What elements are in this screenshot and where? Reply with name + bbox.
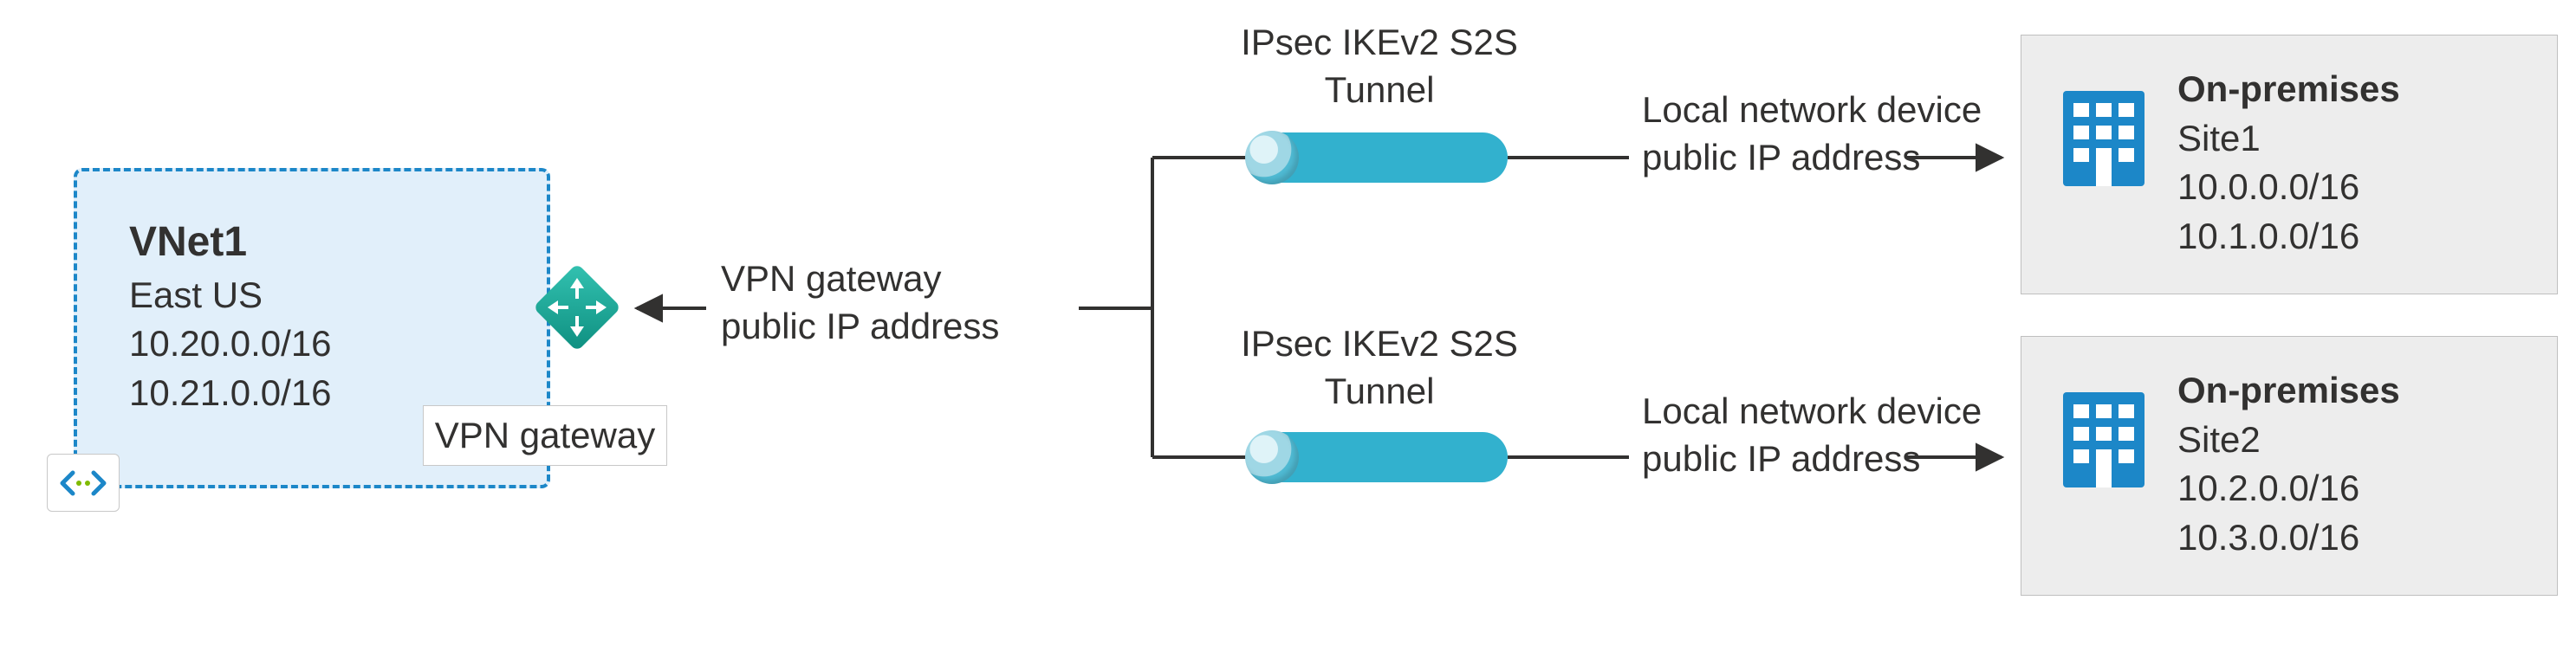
site2-name: Site2 [2177,416,2400,465]
tunnel-bottom-line2: Tunnel [1232,368,1527,416]
site1-title: On-premises [2177,65,2400,114]
local-device-bottom-label: Local network device public IP address [1642,388,1982,482]
tunnel-top-line2: Tunnel [1232,67,1527,114]
local-device-bottom-line2: public IP address [1642,436,1982,483]
site2-cidr2: 10.3.0.0/16 [2177,513,2400,563]
local-device-top-line1: Local network device [1642,87,1982,134]
vpn-gateway-diamond-icon [534,264,620,351]
vnet-region: East US [129,271,547,320]
tunnel-top-icon [1248,132,1508,183]
site1-name: Site1 [2177,114,2400,164]
building-icon [2056,366,2151,509]
vpn-gateway-caption: VPN gateway [423,405,667,466]
site2-card: On-premises Site2 10.2.0.0/16 10.3.0.0/1… [2021,336,2558,596]
site1-card: On-premises Site1 10.0.0.0/16 10.1.0.0/1… [2021,35,2558,294]
site2-cidr1: 10.2.0.0/16 [2177,464,2400,513]
tunnel-top-label: IPsec IKEv2 S2S Tunnel [1232,19,1527,113]
vpn-gateway-ip-line2: public IP address [721,303,999,351]
local-device-top-line2: public IP address [1642,134,1982,182]
vpn-gateway-caption-text: VPN gateway [435,415,655,456]
tunnel-bottom-icon [1248,432,1508,482]
site1-cidr1: 10.0.0.0/16 [2177,163,2400,212]
tunnel-top-line1: IPsec IKEv2 S2S [1232,19,1527,67]
site1-cidr2: 10.1.0.0/16 [2177,212,2400,261]
building-icon [2056,65,2151,208]
vnet-cidr-1: 10.20.0.0/16 [129,320,547,369]
vpn-gateway-ip-label: VPN gateway public IP address [721,255,999,350]
tunnel-bottom-line1: IPsec IKEv2 S2S [1232,320,1527,368]
vnet-title: VNet1 [129,215,547,271]
local-device-bottom-line1: Local network device [1642,388,1982,436]
vnet-code-badge-icon [47,454,120,512]
local-device-top-label: Local network device public IP address [1642,87,1982,181]
tunnel-bottom-label: IPsec IKEv2 S2S Tunnel [1232,320,1527,415]
vpn-gateway-ip-line1: VPN gateway [721,255,999,303]
site2-title: On-premises [2177,366,2400,416]
